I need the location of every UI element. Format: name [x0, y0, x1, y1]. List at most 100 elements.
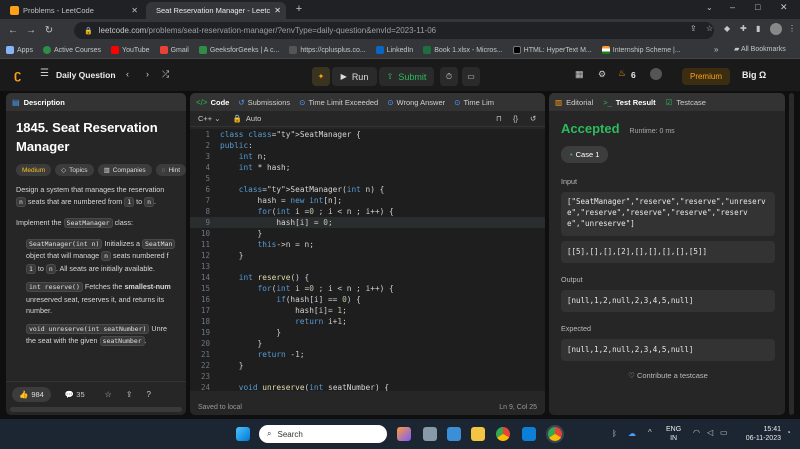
all-bookmarks[interactable]: ▰ All Bookmarks — [734, 45, 786, 53]
submit-button[interactable]: ⇧ Submit — [379, 67, 434, 86]
right-edge-scrollbar[interactable] — [789, 93, 794, 415]
chrome-icon[interactable] — [496, 427, 510, 441]
wifi-icon[interactable]: ◠ — [693, 428, 700, 437]
reset-icon[interactable]: ↺ — [530, 114, 536, 123]
comments-button[interactable]: 💬 35 — [65, 390, 85, 399]
premium-button[interactable]: Premium — [682, 68, 730, 85]
tab-code[interactable]: Code — [211, 98, 230, 107]
profile-avatar[interactable] — [770, 23, 782, 35]
windows-start-icon[interactable] — [236, 427, 250, 441]
clock[interactable]: 15:41 06-11-2023 — [739, 425, 781, 443]
bookmark-apps[interactable]: Apps — [6, 46, 33, 54]
minimize-icon[interactable]: – — [730, 2, 735, 12]
code-line[interactable]: 4 int * hash; — [190, 162, 545, 173]
volume-icon[interactable]: ◁ — [707, 428, 713, 437]
code-line[interactable]: 3 int n; — [190, 151, 545, 162]
horizontal-scrollbar[interactable] — [10, 407, 182, 412]
tab-submissions[interactable]: Submissions — [248, 98, 291, 107]
code-line[interactable]: 17 hash[i]= 1; — [190, 305, 545, 316]
run-button[interactable]: ▶ Run — [332, 67, 377, 86]
bookmark-internship[interactable]: Internship Scheme |... — [601, 46, 681, 54]
avatar[interactable] — [650, 68, 662, 80]
leetcode-logo-icon[interactable]: ʗ — [14, 67, 21, 82]
code-line[interactable]: 5 — [190, 173, 545, 184]
code-line[interactable]: 2 public: — [190, 140, 545, 151]
taskbar-search-input[interactable]: ⌕ Search — [259, 425, 387, 443]
notification-bell-icon[interactable]: ◔ — [786, 428, 791, 437]
code-line[interactable]: 12 } — [190, 250, 545, 261]
code-line[interactable]: 23 — [190, 371, 545, 382]
code-line[interactable]: 15 for(int i =0 ; i < n ; i++) { — [190, 283, 545, 294]
battery-icon[interactable]: ▭ — [720, 428, 728, 437]
sidepanel-icon[interactable]: ▮ — [756, 24, 760, 33]
code-line[interactable]: 1 class class="ty">SeatManager { — [190, 129, 545, 140]
streak-fire-icon[interactable]: ♨ — [618, 68, 626, 79]
share-icon[interactable]: ⇪ — [690, 24, 697, 33]
settings-gear-icon[interactable]: ⚙ — [598, 69, 606, 80]
copilot-icon[interactable] — [397, 427, 411, 441]
tab-testcase[interactable]: Testcase — [676, 98, 706, 107]
code-line[interactable]: 11 this->n = n; — [190, 239, 545, 250]
case-1-tab[interactable]: • Case 1 — [561, 146, 609, 163]
new-tab-button[interactable]: + — [292, 3, 306, 17]
widgets-icon[interactable] — [447, 427, 461, 441]
forward-icon[interactable]: → — [22, 25, 40, 36]
vscode-icon[interactable] — [522, 427, 536, 441]
next-problem-icon[interactable]: › — [146, 69, 149, 79]
tab-search-icon[interactable]: ⌄ — [706, 3, 713, 12]
back-icon[interactable]: ← — [4, 25, 22, 36]
bookmark-cplusplus[interactable]: https://cplusplus.co... — [289, 46, 366, 54]
close-tab-icon[interactable]: ✕ — [274, 6, 281, 15]
code-line[interactable]: 7 hash = new int[n]; — [190, 195, 545, 206]
bookmark-book-xlsx[interactable]: Book 1.xlsx - Micros... — [423, 46, 503, 54]
shuffle-icon[interactable]: ⤮ — [162, 69, 169, 80]
reload-icon[interactable]: ↻ — [40, 25, 58, 36]
close-tab-icon[interactable]: ✕ — [131, 6, 138, 15]
tab-description[interactable]: Description — [24, 98, 65, 107]
star-icon[interactable]: ☆ — [706, 24, 713, 33]
puzzle-icon[interactable]: ✚ — [740, 24, 747, 33]
code-line[interactable]: 14 int reserve() { — [190, 272, 545, 283]
browser-tab-seat-reservation[interactable]: Seat Reservation Manager - Leetc ✕ — [146, 2, 286, 19]
tab-time-limit-2[interactable]: Time Lim — [463, 98, 494, 107]
help-icon[interactable]: ? — [147, 390, 151, 399]
extension-icon[interactable]: ◆ — [724, 24, 730, 33]
file-explorer-icon[interactable] — [471, 427, 485, 441]
tab-wrong-answer[interactable]: Wrong Answer — [397, 98, 446, 107]
braces-icon[interactable]: {} — [513, 114, 518, 123]
close-window-icon[interactable]: ✕ — [780, 2, 788, 13]
url-input[interactable]: 🔒 leetcode.com/problems/seat-reservation… — [74, 22, 714, 39]
layout-icon[interactable]: ▦ — [575, 69, 584, 80]
code-line[interactable]: 20 } — [190, 338, 545, 349]
language-indicator[interactable]: ENG IN — [666, 425, 681, 443]
hint-tag[interactable]: ◌ Hint — [155, 164, 186, 176]
favorite-star-icon[interactable]: ☆ — [105, 390, 112, 399]
onedrive-icon[interactable]: ☁ — [628, 429, 636, 438]
code-line[interactable]: 22 } — [190, 360, 545, 371]
bookmarks-overflow-icon[interactable]: » — [714, 45, 718, 54]
contribute-testcase-link[interactable]: ♡ Contribute a testcase — [561, 371, 775, 380]
prev-problem-icon[interactable]: ‹ — [126, 69, 129, 79]
tab-editorial[interactable]: Editorial — [566, 98, 593, 107]
bookmark-geeksforgeeks[interactable]: GeeksforGeeks | A c... — [198, 46, 279, 54]
user-name[interactable]: Big Ω — [742, 70, 766, 80]
bookmark-active-courses[interactable]: Active Courses — [42, 46, 101, 54]
code-area[interactable]: 1 class class="ty">SeatManager {2 public: 3… — [190, 129, 545, 391]
bookmark-mdn-html[interactable]: HTML: HyperText M... — [512, 46, 592, 54]
debug-button[interactable]: ✦ — [312, 67, 330, 86]
maximize-icon[interactable]: □ — [755, 2, 760, 12]
code-line[interactable]: 16 if(hash[i] == 0) { — [190, 294, 545, 305]
bookmark-linkedin[interactable]: LinkedIn — [375, 46, 413, 54]
tray-chevron-icon[interactable]: ^ — [648, 428, 652, 437]
code-line[interactable]: 19 } — [190, 327, 545, 338]
companies-tag[interactable]: ▥ Companies — [97, 164, 152, 176]
tab-test-result[interactable]: Test Result — [616, 98, 656, 107]
bluetooth-icon[interactable]: ᛒ — [612, 429, 617, 438]
code-line[interactable]: 18 return i+1; — [190, 316, 545, 327]
timer-button[interactable]: ⏱ — [440, 67, 458, 86]
problem-list-icon[interactable]: ☰ — [40, 68, 49, 79]
daily-question-label[interactable]: Daily Question — [56, 70, 116, 80]
like-button[interactable]: 👍 984 — [12, 387, 51, 402]
code-line[interactable]: 21 return -1; — [190, 349, 545, 360]
code-line[interactable]: 13 — [190, 261, 545, 272]
